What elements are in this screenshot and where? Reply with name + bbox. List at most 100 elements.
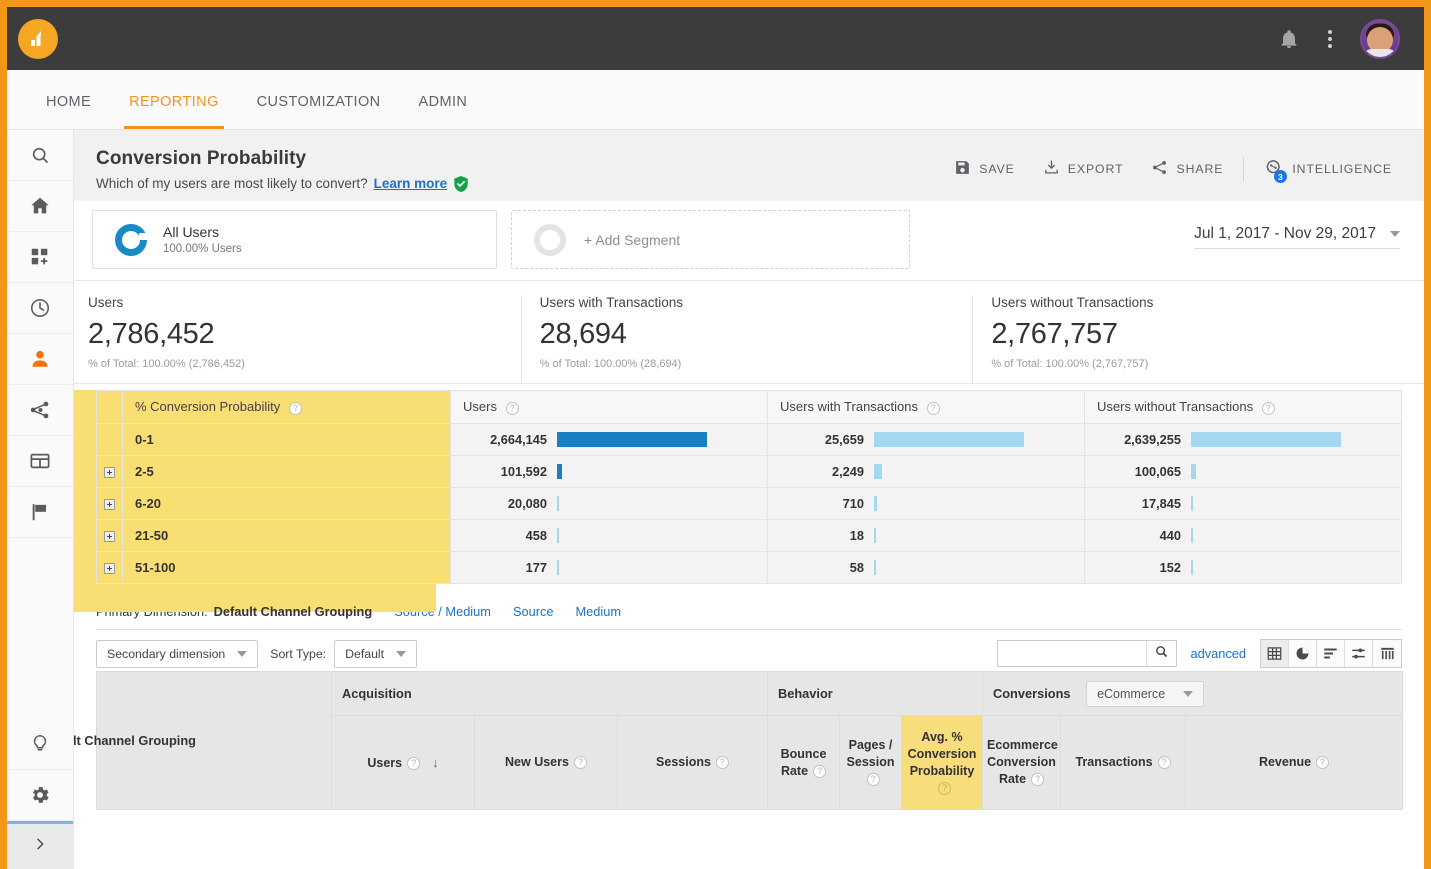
row-label: 6-20 [123, 488, 451, 520]
tab-home[interactable]: HOME [27, 70, 110, 129]
realtime-clock-icon [29, 297, 51, 319]
tab-reporting[interactable]: REPORTING [110, 70, 238, 129]
users-bar [557, 432, 707, 447]
users-without-value: 2,639,255 [1095, 432, 1181, 447]
advanced-link[interactable]: advanced [1191, 646, 1247, 661]
users-bar [557, 464, 562, 479]
col-revenue[interactable]: Revenue? [1186, 716, 1403, 810]
col-label: New Users [505, 755, 569, 769]
sidebar-item-acquisition[interactable] [7, 385, 73, 436]
users-with-transactions-column-header: Users with Transactions ? [768, 391, 1085, 424]
col-transactions[interactable]: Transactions? [1061, 716, 1186, 810]
help-icon[interactable]: ? [927, 402, 940, 415]
expand-cell[interactable] [97, 488, 123, 520]
primary-dimension-active[interactable]: Default Channel Grouping [214, 604, 373, 619]
help-icon[interactable]: ? [867, 773, 880, 786]
help-icon[interactable]: ? [938, 782, 951, 795]
intelligence-icon: 3 [1264, 158, 1284, 180]
expand-cell[interactable] [97, 552, 123, 584]
user-avatar[interactable] [1360, 19, 1400, 59]
col-pages-session[interactable]: Pages / Session? [840, 716, 902, 810]
bell-icon[interactable] [1278, 27, 1300, 51]
help-icon[interactable]: ? [1316, 756, 1329, 769]
report-panel: Conversion Probability Which of my users… [74, 130, 1424, 869]
users-without-header-label: Users without Transactions [1097, 399, 1253, 414]
date-range-picker[interactable]: Jul 1, 2017 - Nov 29, 2017 [1194, 225, 1400, 249]
google-analytics-logo[interactable] [18, 19, 58, 59]
sidebar-item-dashboards[interactable] [7, 232, 73, 283]
secondary-dimension-select[interactable]: Secondary dimension [96, 640, 258, 668]
metric-value: 2,767,757 [991, 318, 1424, 351]
users-with-cell: 25,659 [768, 424, 1085, 456]
share-node-icon [1151, 159, 1168, 179]
primary-dimension-medium[interactable]: Medium [575, 604, 621, 619]
learn-more-link[interactable]: Learn more [374, 176, 448, 191]
help-icon[interactable]: ? [1031, 773, 1044, 786]
share-button[interactable]: SHARE [1137, 153, 1237, 185]
users-with-value: 2,249 [778, 464, 864, 479]
add-segment-button[interactable]: + Add Segment [511, 210, 910, 269]
col-bounce-rate[interactable]: Bounce Rate? [768, 716, 840, 810]
col-avg-conversion-probability[interactable]: Avg. % Conversion Probability? [902, 716, 983, 810]
segment-percent: 100.00% Users [163, 243, 242, 255]
sidebar-item-audience[interactable] [7, 334, 73, 385]
table-right-controls: advanced [997, 639, 1403, 668]
table-view-icon[interactable] [1261, 640, 1289, 667]
table-row: 2-5 101,592 2,249 100,065 [97, 456, 1402, 488]
expand-plus-icon[interactable] [104, 563, 115, 574]
tab-admin[interactable]: ADMIN [400, 70, 487, 129]
export-label: EXPORT [1068, 162, 1124, 176]
expand-plus-icon[interactable] [104, 467, 115, 478]
help-icon[interactable]: ? [407, 757, 420, 770]
rail-expand-button[interactable] [7, 821, 73, 869]
pie-view-icon[interactable] [1289, 640, 1317, 667]
users-value: 2,664,145 [461, 432, 547, 447]
tab-customization[interactable]: CUSTOMIZATION [238, 70, 400, 129]
kebab-menu-icon[interactable] [1322, 26, 1338, 52]
users-with-bar [874, 560, 876, 575]
search-input[interactable] [998, 641, 1146, 666]
segment-all-users[interactable]: All Users 100.00% Users [92, 210, 497, 269]
help-icon[interactable]: ? [289, 402, 302, 415]
save-button[interactable]: SAVE [940, 153, 1029, 185]
dimension-column-header[interactable]: lt Channel Grouping [97, 672, 332, 810]
sidebar-item-discover[interactable] [7, 719, 73, 770]
col-users[interactable]: Users?↓ [332, 716, 475, 810]
performance-view-icon[interactable] [1317, 640, 1345, 667]
help-icon[interactable]: ? [1158, 756, 1171, 769]
col-sessions[interactable]: Sessions? [618, 716, 768, 810]
expand-plus-icon[interactable] [104, 499, 115, 510]
primary-dimension-source[interactable]: Source [513, 604, 554, 619]
help-icon[interactable]: ? [574, 756, 587, 769]
report-subtitle: Which of my users are most likely to con… [96, 176, 368, 191]
help-icon[interactable]: ? [1262, 402, 1275, 415]
sort-type-select[interactable]: Default [334, 640, 417, 668]
conversion-probability-table: % Conversion Probability ? Users ? Users… [96, 390, 1402, 584]
sidebar-item-realtime[interactable] [7, 283, 73, 334]
users-column-header: Users ? [451, 391, 768, 424]
sort-type-value: Default [345, 647, 384, 661]
sidebar-item-home[interactable] [7, 181, 73, 232]
users-bar [557, 496, 559, 511]
expand-cell[interactable] [97, 456, 123, 488]
conversions-type-select[interactable]: eCommerce [1086, 681, 1204, 707]
help-icon[interactable]: ? [813, 765, 826, 778]
sidebar-item-conversions[interactable] [7, 487, 73, 538]
pivot-view-icon[interactable] [1373, 640, 1401, 667]
search-button[interactable] [1146, 641, 1176, 666]
table-header-row: % Conversion Probability ? Users ? Users… [97, 391, 1402, 424]
export-button[interactable]: EXPORT [1029, 153, 1138, 185]
help-icon[interactable]: ? [506, 402, 519, 415]
sidebar-item-search[interactable] [7, 130, 73, 181]
comparison-view-icon[interactable] [1345, 640, 1373, 667]
intelligence-button[interactable]: 3 INTELLIGENCE [1250, 152, 1406, 186]
expand-cell[interactable] [97, 520, 123, 552]
expand-plus-icon[interactable] [104, 531, 115, 542]
users-with-cell: 18 [768, 520, 1085, 552]
users-cell: 458 [451, 520, 768, 552]
col-ecommerce-conversion-rate[interactable]: Ecommerce Conversion Rate? [983, 716, 1061, 810]
sidebar-item-admin[interactable] [7, 770, 73, 821]
col-new-users[interactable]: New Users? [475, 716, 618, 810]
help-icon[interactable]: ? [716, 756, 729, 769]
sidebar-item-behavior[interactable] [7, 436, 73, 487]
